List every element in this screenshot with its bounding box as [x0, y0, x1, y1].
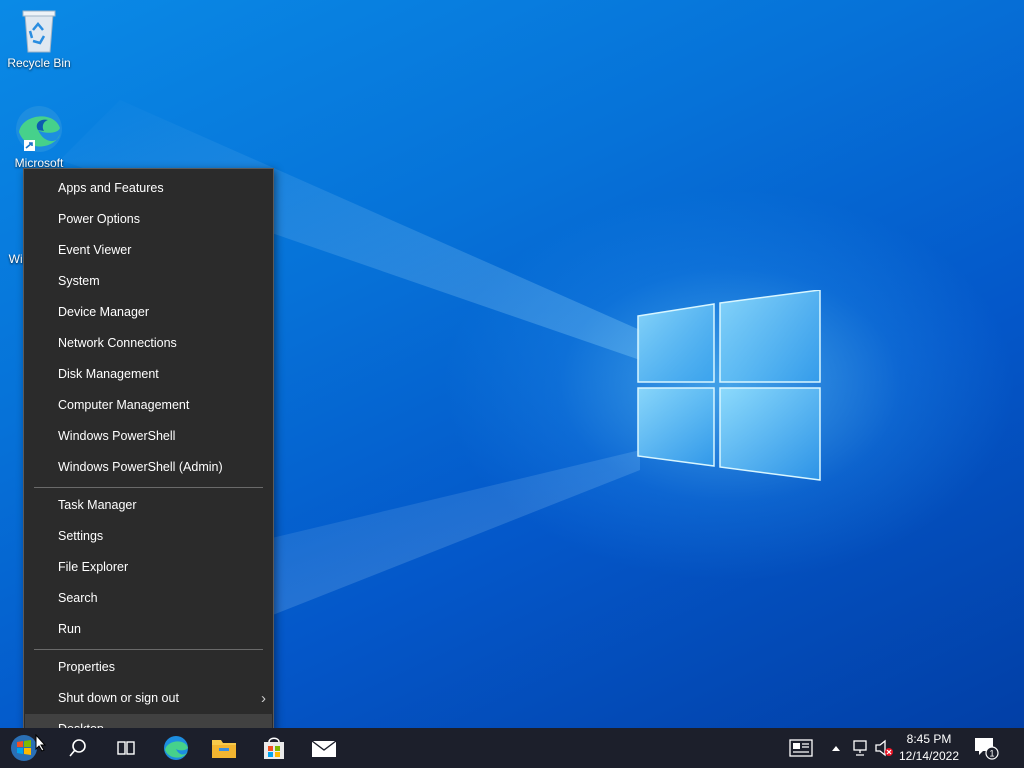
menu-item-apps-and-features[interactable]: Apps and Features [25, 173, 272, 204]
menu-item-label: Search [58, 591, 98, 605]
menu-item-label: Windows PowerShell (Admin) [58, 460, 223, 474]
store-icon [264, 737, 284, 759]
mail-icon [311, 740, 337, 757]
volume-tray-button[interactable] [873, 728, 895, 768]
desktop-icon-recycle-bin[interactable]: Recycle Bin [4, 8, 74, 70]
menu-item-label: Device Manager [58, 305, 150, 319]
menu-item-label: Event Viewer [58, 243, 132, 257]
menu-item-run[interactable]: Run [25, 614, 272, 645]
clock-date: 12/14/2022 [898, 749, 960, 763]
edge-icon [164, 736, 188, 760]
network-tray-button[interactable] [849, 728, 873, 768]
menu-item-label: Apps and Features [58, 181, 164, 195]
winx-context-menu: Apps and Features Power Options Event Vi… [23, 168, 274, 748]
chevron-right-icon: › [261, 690, 266, 707]
network-icon [853, 740, 867, 756]
edge-icon [16, 106, 62, 152]
menu-item-label: Run [58, 622, 81, 636]
menu-item-event-viewer[interactable]: Event Viewer [25, 235, 272, 266]
menu-item-shut-down-or-sign-out[interactable]: Shut down or sign out › [25, 683, 272, 714]
news-icon [789, 739, 813, 757]
menu-item-search[interactable]: Search [25, 583, 272, 614]
clock-time: 8:45 PM [906, 732, 952, 746]
taskbar-file-explorer-button[interactable] [202, 728, 246, 768]
menu-item-system[interactable]: System [25, 266, 272, 297]
file-explorer-icon [212, 740, 236, 758]
menu-item-settings[interactable]: Settings [25, 521, 272, 552]
search-icon [69, 739, 86, 757]
menu-separator [34, 649, 263, 650]
menu-item-task-manager[interactable]: Task Manager [25, 490, 272, 521]
menu-item-label: Properties [58, 660, 115, 674]
mouse-cursor-icon [35, 734, 47, 752]
recycle-bin-icon [22, 10, 56, 53]
action-center-button[interactable]: 1 [968, 728, 1004, 768]
task-view-button[interactable] [104, 728, 148, 768]
show-hidden-icon [832, 746, 840, 751]
taskbar-edge-button[interactable] [154, 728, 198, 768]
taskbar: 8:45 PM 12/14/2022 1 [0, 728, 1024, 768]
menu-item-label: Power Options [58, 212, 140, 226]
menu-item-power-options[interactable]: Power Options [25, 204, 272, 235]
menu-item-computer-management[interactable]: Computer Management [25, 390, 272, 421]
menu-item-device-manager[interactable]: Device Manager [25, 297, 272, 328]
show-hidden-icons-button[interactable] [826, 728, 846, 768]
search-button[interactable] [56, 728, 100, 768]
menu-item-label: Network Connections [58, 336, 177, 350]
taskbar-clock[interactable]: 8:45 PM 12/14/2022 [893, 731, 965, 765]
menu-item-label: Task Manager [58, 498, 137, 512]
menu-item-label: Disk Management [58, 367, 159, 381]
menu-item-windows-powershell[interactable]: Windows PowerShell [25, 421, 272, 452]
task-view-icon [117, 741, 135, 755]
menu-item-file-explorer[interactable]: File Explorer [25, 552, 272, 583]
menu-item-disk-management[interactable]: Disk Management [25, 359, 272, 390]
menu-item-label: File Explorer [58, 560, 129, 574]
notifications-icon: 1 [975, 738, 999, 760]
menu-item-windows-powershell-admin[interactable]: Windows PowerShell (Admin) [25, 452, 272, 483]
menu-item-label: Computer Management [58, 398, 190, 412]
menu-item-label: Settings [58, 529, 104, 543]
volume-muted-icon [875, 739, 893, 757]
menu-item-network-connections[interactable]: Network Connections [25, 328, 272, 359]
menu-separator [34, 487, 263, 488]
windows-logo-wallpaper [637, 290, 821, 481]
menu-item-label: Windows PowerShell [58, 429, 176, 443]
taskbar-mail-button[interactable] [302, 728, 346, 768]
desktop-icon-label: Recycle Bin [7, 56, 71, 70]
taskbar-store-button[interactable] [252, 728, 296, 768]
desktop-icon-edge[interactable]: Microsoft [4, 104, 74, 170]
menu-item-label: System [58, 274, 100, 288]
notification-count: 1 [989, 749, 994, 759]
news-button[interactable] [784, 728, 818, 768]
menu-item-label: Shut down or sign out [58, 691, 179, 705]
menu-item-properties[interactable]: Properties [25, 652, 272, 683]
